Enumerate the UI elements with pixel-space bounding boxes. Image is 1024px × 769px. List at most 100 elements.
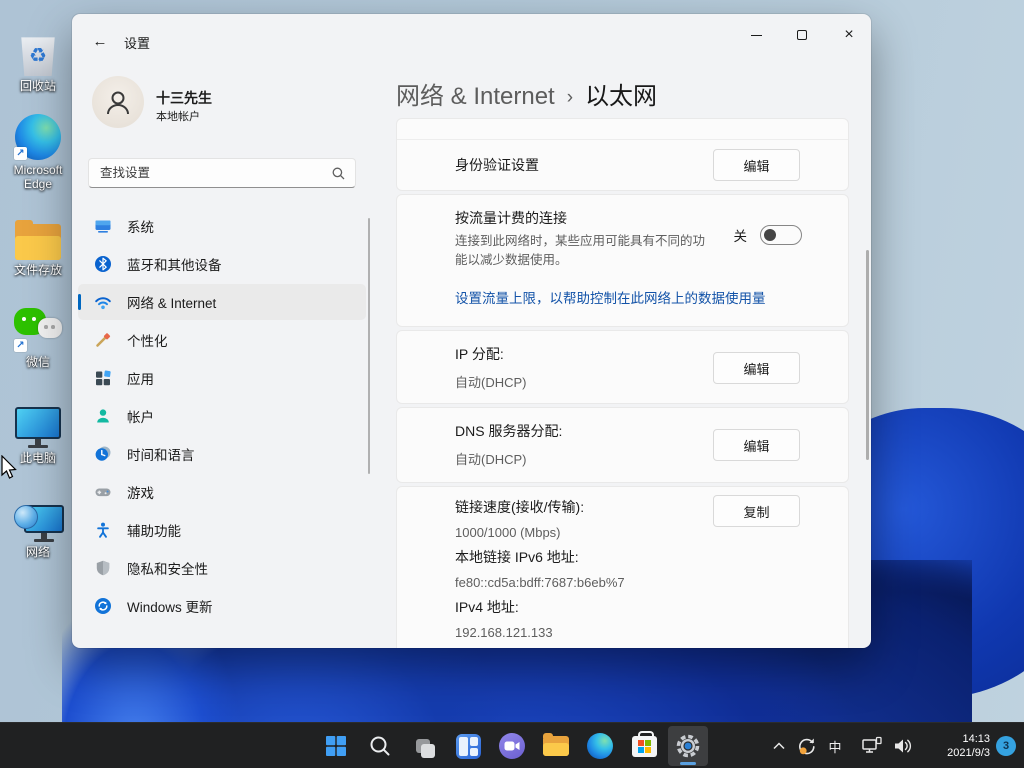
windows-logo-icon xyxy=(324,734,348,758)
dns-assignment-card: DNS 服务器分配: 自动(DHCP) 编辑 xyxy=(396,407,849,483)
tray-network-button[interactable] xyxy=(856,728,888,764)
store-icon xyxy=(632,736,657,757)
search-icon xyxy=(368,734,392,758)
sidebar-item-label: 时间和语言 xyxy=(127,444,195,464)
desktop-icon-label: 回收站 xyxy=(6,79,70,93)
desktop-icon-network[interactable]: 网络 xyxy=(6,492,70,559)
sidebar-item-label: 个性化 xyxy=(127,330,168,350)
accounts-icon xyxy=(94,407,112,425)
avatar[interactable] xyxy=(92,76,144,128)
search-icon xyxy=(332,167,345,180)
speaker-icon xyxy=(893,737,913,755)
toggle-state-label: 关 xyxy=(734,225,748,245)
metered-toggle[interactable] xyxy=(760,225,802,245)
sidebar-item-personalization[interactable]: 个性化 xyxy=(78,322,366,358)
this-pc-icon xyxy=(15,407,61,448)
search-input[interactable] xyxy=(89,166,332,180)
sidebar-item-label: Windows 更新 xyxy=(127,596,213,616)
sidebar-item-label: 应用 xyxy=(127,368,154,388)
sidebar-item-label: 蓝牙和其他设备 xyxy=(127,254,222,274)
data-limit-link[interactable]: 设置流量上限，以帮助控制在此网络上的数据使用量 xyxy=(455,287,766,307)
selected-indicator xyxy=(78,294,81,310)
desktop-icon-label: 微信 xyxy=(6,355,70,369)
breadcrumb-separator-icon: › xyxy=(567,87,573,109)
mouse-cursor xyxy=(0,455,20,481)
edge-icon xyxy=(587,733,613,759)
connection-properties-card: 链接速度(接收/传输): 1000/1000 (Mbps) 本地链接 IPv6 … xyxy=(396,486,849,648)
sidebar-item-gaming[interactable]: 游戏 xyxy=(78,474,366,510)
shield-icon xyxy=(94,559,112,577)
sidebar-item-apps[interactable]: 应用 xyxy=(78,360,366,396)
apps-icon xyxy=(94,369,112,387)
sidebar-item-accounts[interactable]: 帐户 xyxy=(78,398,366,434)
ip-assignment-card: IP 分配: 自动(DHCP) 编辑 xyxy=(396,330,849,404)
desktop-icon-label: 网络 xyxy=(6,545,70,559)
person-icon xyxy=(103,87,133,117)
sidebar-item-network-internet[interactable]: 网络 & Internet xyxy=(78,284,366,320)
gear-icon xyxy=(675,733,701,759)
accessibility-icon xyxy=(94,521,112,539)
task-view-button[interactable] xyxy=(404,726,444,766)
ipv6-label: 本地链接 IPv6 地址: xyxy=(455,545,848,570)
close-button[interactable]: × xyxy=(829,20,869,50)
desktop-icon-wechat[interactable]: ↗ 微信 xyxy=(6,302,70,369)
sidebar-item-bluetooth-devices[interactable]: 蓝牙和其他设备 xyxy=(78,246,366,282)
folder-icon xyxy=(15,224,61,260)
desktop-icon-recycle-bin[interactable]: ♻ 回收站 xyxy=(6,26,70,93)
search-box[interactable] xyxy=(88,158,356,188)
main-scrollbar[interactable] xyxy=(866,250,869,460)
minimize-button[interactable] xyxy=(736,20,776,50)
shortcut-arrow-icon: ↗ xyxy=(14,147,27,160)
sidebar-scrollbar[interactable] xyxy=(368,218,370,474)
window-title: 设置 xyxy=(124,33,150,52)
taskbar-clock[interactable]: 14:13 2021/9/3 xyxy=(926,732,990,760)
breadcrumb-root[interactable]: 网络 & Internet xyxy=(396,76,555,111)
tray-update-button[interactable] xyxy=(792,728,822,764)
sidebar-item-label: 网络 & Internet xyxy=(127,292,216,312)
file-explorer-button[interactable] xyxy=(536,726,576,766)
ipv4-value: 192.168.121.133 xyxy=(455,620,848,645)
sidebar-item-label: 系统 xyxy=(127,216,154,236)
desktop-icon-file-folder[interactable]: 文件存放 xyxy=(6,210,70,277)
sidebar-item-windows-update[interactable]: Windows 更新 xyxy=(78,588,366,624)
widgets-button[interactable] xyxy=(448,726,488,766)
back-button[interactable]: ← xyxy=(86,29,114,53)
bluetooth-icon xyxy=(94,255,112,273)
sidebar-item-privacy-security[interactable]: 隐私和安全性 xyxy=(78,550,366,586)
tray-chevron-button[interactable] xyxy=(766,728,792,764)
sidebar-nav: 系统 蓝牙和其他设备 网络 & Internet 个性化 xyxy=(78,206,366,626)
metered-connection-card: 按流量计费的连接 连接到此网络时，某些应用可能具有不同的功能以减少数据使用。 关… xyxy=(396,194,849,327)
edge-button[interactable] xyxy=(580,726,620,766)
notification-badge[interactable]: 3 xyxy=(996,736,1016,756)
metered-description: 连接到此网络时，某些应用可能具有不同的功能以减少数据使用。 xyxy=(455,232,713,270)
chat-button[interactable] xyxy=(492,726,532,766)
ip-edit-button[interactable]: 编辑 xyxy=(713,352,800,384)
authentication-card: 身份验证设置 编辑 xyxy=(396,118,849,191)
search-button[interactable] xyxy=(360,726,400,766)
ipv4-label: IPv4 地址: xyxy=(455,595,848,620)
tray-volume-button[interactable] xyxy=(888,728,918,764)
card-top-strip xyxy=(397,119,848,140)
ime-indicator[interactable]: 中 xyxy=(822,728,848,764)
sidebar-item-label: 隐私和安全性 xyxy=(127,558,208,578)
sidebar-item-time-language[interactable]: 时间和语言 xyxy=(78,436,366,472)
sidebar-item-label: 辅助功能 xyxy=(127,520,181,540)
copy-button[interactable]: 复制 xyxy=(713,495,800,527)
taskbar: 中 14:13 2021/9/3 3 xyxy=(0,722,1024,768)
clock-time: 14:13 xyxy=(926,732,990,746)
sidebar-item-system[interactable]: 系统 xyxy=(78,208,366,244)
page-title: 以太网 xyxy=(585,76,657,111)
desktop-icon-microsoft-edge[interactable]: ↗ Microsoft Edge xyxy=(6,110,70,191)
auth-edit-button[interactable]: 编辑 xyxy=(713,149,800,181)
task-view-icon xyxy=(406,728,442,764)
start-button[interactable] xyxy=(316,726,356,766)
chat-icon xyxy=(499,733,525,759)
breadcrumb: 网络 & Internet › 以太网 xyxy=(396,76,657,111)
settings-cards: 身份验证设置 编辑 按流量计费的连接 连接到此网络时，某些应用可能具有不同的功能… xyxy=(396,118,849,648)
settings-button[interactable] xyxy=(668,726,708,766)
brush-icon xyxy=(94,331,112,349)
store-button[interactable] xyxy=(624,726,664,766)
dns-edit-button[interactable]: 编辑 xyxy=(713,429,800,461)
sidebar-item-accessibility[interactable]: 辅助功能 xyxy=(78,512,366,548)
maximize-button[interactable] xyxy=(782,20,822,50)
